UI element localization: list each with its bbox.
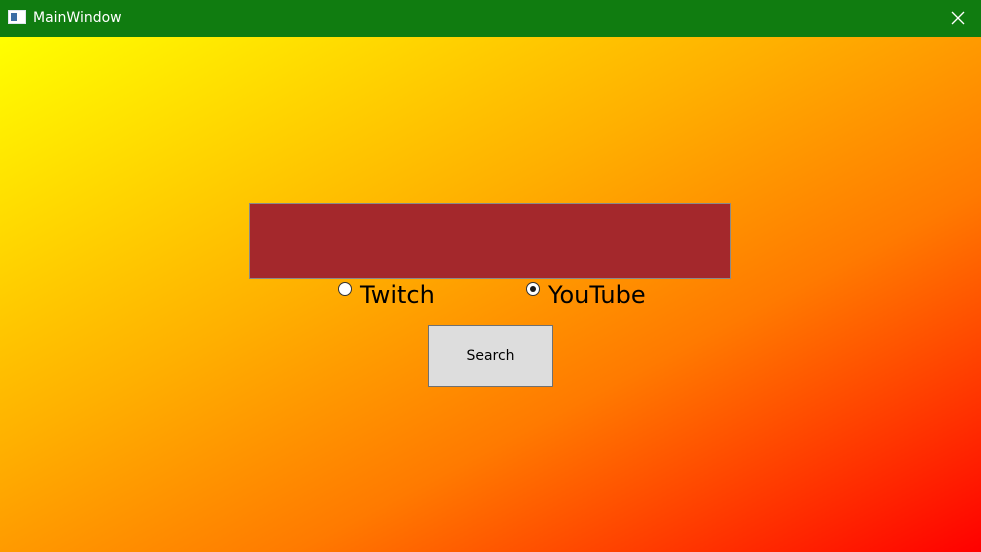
search-input[interactable]: [249, 203, 731, 279]
radio-twitch-circle[interactable]: [338, 282, 352, 296]
radio-youtube[interactable]: YouTube: [526, 281, 656, 309]
radio-selected-dot: [530, 286, 536, 292]
window-title: MainWindow: [33, 10, 122, 26]
window-icon-pane: [11, 13, 17, 21]
radio-twitch[interactable]: Twitch: [338, 281, 448, 309]
title-bar[interactable]: MainWindow: [0, 0, 981, 37]
window-icon: [8, 10, 26, 24]
search-button[interactable]: Search: [428, 325, 553, 387]
main-window: MainWindow Twitch YouTube Search: [0, 0, 981, 552]
radio-youtube-circle[interactable]: [526, 282, 540, 296]
radio-youtube-label[interactable]: YouTube: [548, 281, 646, 309]
close-button[interactable]: [935, 0, 981, 37]
radio-twitch-label[interactable]: Twitch: [360, 281, 435, 309]
close-icon: [951, 11, 965, 25]
content-area: Twitch YouTube Search: [0, 37, 981, 552]
